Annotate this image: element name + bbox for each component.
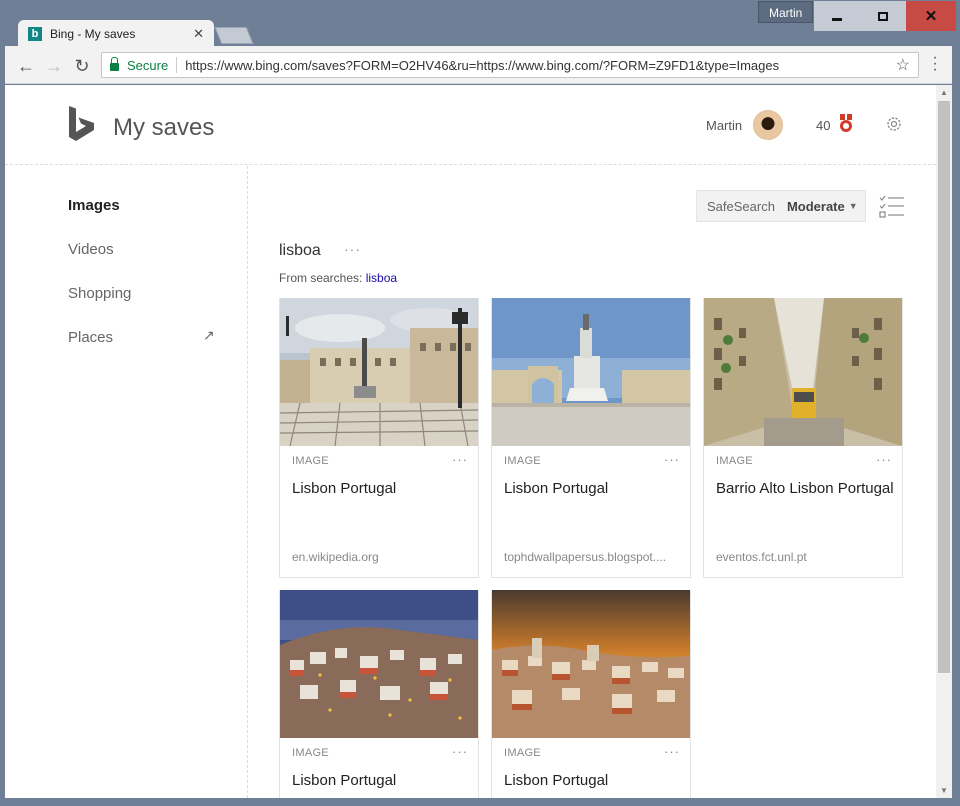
bing-favicon-icon: b [28, 27, 42, 41]
settings-gear-icon[interactable] [885, 115, 903, 133]
card-more-icon[interactable]: ··· [452, 744, 468, 759]
new-tab-button[interactable] [214, 27, 254, 44]
card-source[interactable]: tophdwallpapersus.blogspot.... [504, 550, 684, 564]
sidebar: Images Videos Shopping Places ↗ [5, 166, 248, 798]
lock-icon [110, 57, 119, 71]
card-type-label: IMAGE [716, 455, 753, 467]
reload-icon[interactable]: ↻ [71, 55, 93, 77]
caret-down-icon: ▼ [848, 201, 858, 211]
safesearch-dropdown[interactable]: SafeSearch Moderate ▼ [696, 190, 866, 222]
saved-image-thumbnail[interactable] [492, 590, 690, 738]
maximize-icon [878, 11, 888, 21]
card-title[interactable]: Barrio Alto Lisbon Portugal [716, 479, 896, 499]
scroll-up-icon[interactable]: ▲ [936, 85, 952, 100]
minimize-button[interactable] [814, 1, 860, 31]
sidebar-item-shopping[interactable]: Shopping [68, 285, 131, 302]
safesearch-label: SafeSearch [707, 198, 775, 214]
sidebar-item-videos[interactable]: Videos [68, 241, 114, 258]
page-header: My saves Martin 40 [5, 85, 936, 165]
card-title[interactable]: Lisbon Portugal [504, 479, 684, 499]
saved-image-card[interactable]: IMAGE ··· Lisbon Portugal [279, 590, 479, 798]
collection-title: lisboa [279, 242, 321, 259]
user-name[interactable]: Martin [706, 118, 742, 133]
rewards-points[interactable]: 40 [816, 118, 830, 133]
tab-title: Bing - My saves [50, 27, 136, 41]
page-title: My saves [113, 114, 215, 141]
saved-image-card[interactable]: IMAGE ··· Barrio Alto Lisbon Portugal ev… [703, 298, 903, 578]
sidebar-item-places[interactable]: Places [68, 329, 113, 346]
close-window-button[interactable]: ✕ [906, 1, 956, 31]
collection-more-icon[interactable]: ··· [344, 241, 361, 257]
card-type-label: IMAGE [504, 747, 541, 759]
window-titlebar: Martin ✕ b Bing - My saves ✕ [0, 0, 960, 48]
saved-image-thumbnail[interactable] [704, 298, 902, 446]
card-title[interactable]: Lisbon Portugal [504, 771, 684, 791]
profile-chip[interactable]: Martin [758, 1, 814, 23]
maximize-button[interactable] [860, 1, 906, 31]
card-title[interactable]: Lisbon Portugal [292, 771, 472, 791]
secure-label: Secure [127, 57, 169, 73]
card-source[interactable]: eventos.fct.unl.pt [716, 550, 896, 564]
saved-image-card[interactable]: IMAGE ··· Lisbon Portugal tophdwallpaper… [491, 298, 691, 578]
browser-menu-icon[interactable]: · · · [929, 50, 941, 78]
card-more-icon[interactable]: ··· [664, 744, 680, 759]
from-searches-label: From searches: [279, 271, 363, 285]
card-type-label: IMAGE [292, 747, 329, 759]
rewards-medal-icon[interactable] [838, 114, 854, 134]
saved-image-thumbnail[interactable] [492, 298, 690, 446]
saved-image-card[interactable]: IMAGE ··· Lisbon Portugal en.wikipedia.o… [279, 298, 479, 578]
url-text[interactable]: https://www.bing.com/saves?FORM=O2HV46&r… [185, 58, 895, 73]
back-arrow-icon[interactable]: ← [15, 55, 37, 77]
card-more-icon[interactable]: ··· [876, 452, 892, 467]
minimize-icon [832, 17, 842, 21]
card-type-label: IMAGE [504, 455, 541, 467]
window-frame-bottom [0, 798, 960, 806]
saved-image-thumbnail[interactable] [280, 298, 478, 446]
browser-toolbar: ← → ↻ Secure https://www.bing.com/saves?… [5, 46, 955, 84]
close-icon: ✕ [924, 8, 938, 25]
address-bar[interactable]: Secure https://www.bing.com/saves?FORM=O… [101, 52, 919, 78]
browser-tab[interactable]: b Bing - My saves ✕ [18, 20, 214, 48]
from-searches: From searches: lisboa [279, 271, 397, 285]
select-items-icon[interactable] [879, 195, 905, 219]
card-type-label: IMAGE [292, 455, 329, 467]
card-more-icon[interactable]: ··· [664, 452, 680, 467]
external-link-icon[interactable]: ↗ [203, 327, 215, 344]
vertical-scrollbar[interactable]: ▲ ▼ [936, 85, 952, 798]
scroll-down-icon[interactable]: ▼ [936, 783, 952, 798]
saved-image-thumbnail[interactable] [280, 590, 478, 738]
safesearch-value: Moderate [786, 198, 845, 214]
saved-image-card[interactable]: IMAGE ··· Lisbon Portugal [491, 590, 691, 798]
window-frame-right [952, 46, 960, 806]
tab-close-icon[interactable]: ✕ [193, 26, 204, 42]
avatar[interactable] [753, 110, 783, 140]
page-content: My saves Martin 40 Images Videos Shoppin… [5, 85, 936, 798]
card-more-icon[interactable]: ··· [452, 452, 468, 467]
card-title[interactable]: Lisbon Portugal [292, 479, 472, 499]
sidebar-item-images[interactable]: Images [68, 197, 120, 214]
scroll-thumb[interactable] [938, 101, 950, 673]
bing-logo-icon[interactable] [67, 105, 97, 143]
forward-arrow-icon[interactable]: → [43, 55, 65, 77]
from-searches-link[interactable]: lisboa [366, 271, 397, 285]
address-separator [176, 57, 178, 73]
card-source[interactable]: en.wikipedia.org [292, 550, 472, 564]
bookmark-star-icon[interactable]: ☆ [896, 55, 910, 75]
